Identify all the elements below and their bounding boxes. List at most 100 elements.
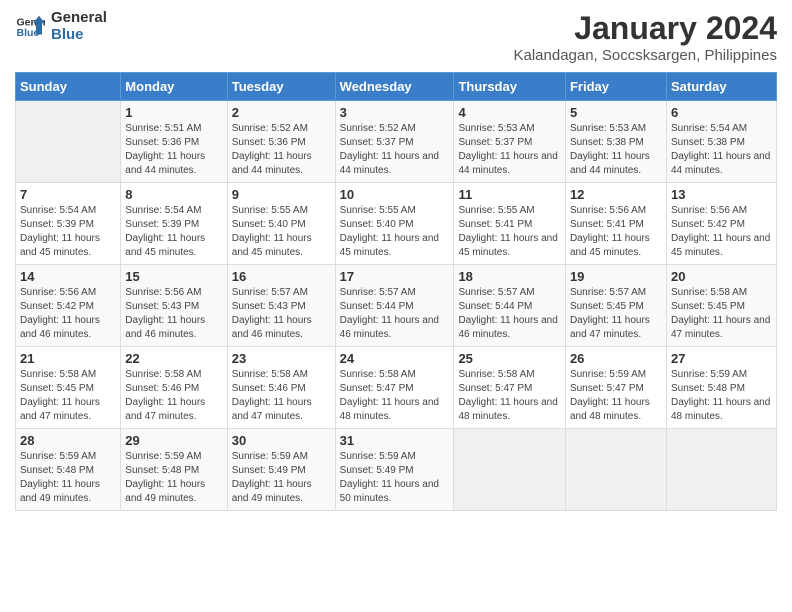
day-info: Sunrise: 5:54 AMSunset: 5:39 PMDaylight:… [20, 204, 116, 260]
day-number: 18 [458, 269, 561, 284]
day-number: 13 [671, 187, 772, 202]
calendar-cell: 30 Sunrise: 5:59 AMSunset: 5:49 PMDayligh… [227, 429, 335, 511]
col-saturday: Saturday [666, 73, 776, 101]
day-info: Sunrise: 5:54 AMSunset: 5:38 PMDaylight:… [671, 122, 772, 178]
col-friday: Friday [565, 73, 666, 101]
day-number: 31 [340, 433, 450, 448]
logo-icon: General Blue [15, 12, 45, 42]
calendar-cell: 16Sunrise: 5:57 AMSunset: 5:43 PMDayligh… [227, 265, 335, 347]
day-info: Sunrise: 5:51 AMSunset: 5:36 PMDaylight:… [125, 122, 222, 178]
day-info: Sunrise: 5:56 AMSunset: 5:41 PMDaylight:… [570, 204, 662, 260]
day-number: 7 [20, 187, 116, 202]
day-number: 3 [340, 105, 450, 120]
day-info: Sunrise: 5:58 AMSunset: 5:46 PMDaylight:… [125, 368, 222, 424]
day-number: 5 [570, 105, 662, 120]
calendar-cell [666, 429, 776, 511]
day-number: 26 [570, 351, 662, 366]
title-section: January 2024 Kalandagan, Soccsksargen, P… [513, 10, 777, 64]
col-monday: Monday [121, 73, 227, 101]
calendar-cell: 8Sunrise: 5:54 AMSunset: 5:39 PMDaylight… [121, 183, 227, 265]
calendar-cell: 20 Sunrise: 5:58 AMSunset: 5:45 PMDayligh… [666, 265, 776, 347]
day-info: Sunrise: 5:59 AMSunset: 5:49 PMDaylight:… [232, 450, 331, 506]
calendar-cell: 21Sunrise: 5:58 AMSunset: 5:45 PMDayligh… [16, 347, 121, 429]
day-number: 19 [570, 269, 662, 284]
col-sunday: Sunday [16, 73, 121, 101]
calendar-cell: 13 Sunrise: 5:56 AMSunset: 5:42 PMDayligh… [666, 183, 776, 265]
calendar-cell: 22 Sunrise: 5:58 AMSunset: 5:46 PMDayligh… [121, 347, 227, 429]
calendar-cell: 15 Sunrise: 5:56 AMSunset: 5:43 PMDayligh… [121, 265, 227, 347]
day-number: 11 [458, 187, 561, 202]
day-number: 22 [125, 351, 222, 366]
calendar-cell: 24 Sunrise: 5:58 AMSunset: 5:47 PMDayligh… [335, 347, 454, 429]
day-info: Sunrise: 5:56 AMSunset: 5:43 PMDaylight:… [125, 286, 222, 342]
logo-line1: General [51, 10, 107, 27]
logo-line2: Blue [51, 27, 107, 44]
calendar-cell: 6 Sunrise: 5:54 AMSunset: 5:38 PMDaylight… [666, 101, 776, 183]
calendar-table: Sunday Monday Tuesday Wednesday Thursday… [15, 72, 777, 511]
calendar-cell: 9 Sunrise: 5:55 AMSunset: 5:40 PMDaylight… [227, 183, 335, 265]
calendar-cell: 18Sunrise: 5:57 AMSunset: 5:44 PMDayligh… [454, 265, 566, 347]
day-number: 20 [671, 269, 772, 284]
logo: General Blue General Blue [15, 10, 107, 43]
day-info: Sunrise: 5:53 AMSunset: 5:38 PMDaylight:… [570, 122, 662, 178]
calendar-week-3: 21Sunrise: 5:58 AMSunset: 5:45 PMDayligh… [16, 347, 777, 429]
calendar-cell: 12 Sunrise: 5:56 AMSunset: 5:41 PMDayligh… [565, 183, 666, 265]
header-row: Sunday Monday Tuesday Wednesday Thursday… [16, 73, 777, 101]
calendar-cell [454, 429, 566, 511]
calendar-cell: 29Sunrise: 5:59 AMSunset: 5:48 PMDayligh… [121, 429, 227, 511]
day-number: 24 [340, 351, 450, 366]
day-number: 27 [671, 351, 772, 366]
day-info: Sunrise: 5:58 AMSunset: 5:45 PMDaylight:… [671, 286, 772, 342]
calendar-cell: 2 Sunrise: 5:52 AMSunset: 5:36 PMDaylight… [227, 101, 335, 183]
calendar-cell: 1Sunrise: 5:51 AMSunset: 5:36 PMDaylight… [121, 101, 227, 183]
day-number: 23 [232, 351, 331, 366]
calendar-cell: 26 Sunrise: 5:59 AMSunset: 5:47 PMDayligh… [565, 347, 666, 429]
day-number: 15 [125, 269, 222, 284]
day-number: 25 [458, 351, 561, 366]
day-number: 6 [671, 105, 772, 120]
day-info: Sunrise: 5:52 AMSunset: 5:37 PMDaylight:… [340, 122, 450, 178]
calendar-cell: 25 Sunrise: 5:58 AMSunset: 5:47 PMDayligh… [454, 347, 566, 429]
day-number: 9 [232, 187, 331, 202]
calendar-week-4: 28Sunrise: 5:59 AMSunset: 5:48 PMDayligh… [16, 429, 777, 511]
calendar-cell: 27Sunrise: 5:59 AMSunset: 5:48 PMDayligh… [666, 347, 776, 429]
day-info: Sunrise: 5:58 AMSunset: 5:46 PMDaylight:… [232, 368, 331, 424]
calendar-cell: 4 Sunrise: 5:53 AMSunset: 5:37 PMDaylight… [454, 101, 566, 183]
day-info: Sunrise: 5:59 AMSunset: 5:48 PMDaylight:… [125, 450, 222, 506]
calendar-cell: 10Sunrise: 5:55 AMSunset: 5:40 PMDayligh… [335, 183, 454, 265]
col-thursday: Thursday [454, 73, 566, 101]
day-number: 10 [340, 187, 450, 202]
day-number: 30 [232, 433, 331, 448]
calendar-cell: 19 Sunrise: 5:57 AMSunset: 5:45 PMDayligh… [565, 265, 666, 347]
day-info: Sunrise: 5:54 AMSunset: 5:39 PMDaylight:… [125, 204, 222, 260]
day-number: 12 [570, 187, 662, 202]
day-info: Sunrise: 5:56 AMSunset: 5:42 PMDaylight:… [20, 286, 116, 342]
calendar-body: 1Sunrise: 5:51 AMSunset: 5:36 PMDaylight… [16, 101, 777, 511]
day-number: 16 [232, 269, 331, 284]
main-title: January 2024 [513, 10, 777, 47]
calendar-week-1: 7 Sunrise: 5:54 AMSunset: 5:39 PMDaylight… [16, 183, 777, 265]
day-info: Sunrise: 5:56 AMSunset: 5:42 PMDaylight:… [671, 204, 772, 260]
calendar-cell: 17 Sunrise: 5:57 AMSunset: 5:44 PMDayligh… [335, 265, 454, 347]
calendar-cell: 3 Sunrise: 5:52 AMSunset: 5:37 PMDaylight… [335, 101, 454, 183]
day-number: 17 [340, 269, 450, 284]
header: General Blue General Blue January 2024 K… [15, 10, 777, 64]
day-info: Sunrise: 5:59 AMSunset: 5:48 PMDaylight:… [20, 450, 116, 506]
day-info: Sunrise: 5:58 AMSunset: 5:47 PMDaylight:… [340, 368, 450, 424]
calendar-cell: 31Sunrise: 5:59 AMSunset: 5:49 PMDayligh… [335, 429, 454, 511]
subtitle: Kalandagan, Soccsksargen, Philippines [513, 47, 777, 64]
day-info: Sunrise: 5:58 AMSunset: 5:47 PMDaylight:… [458, 368, 561, 424]
calendar-week-2: 14Sunrise: 5:56 AMSunset: 5:42 PMDayligh… [16, 265, 777, 347]
day-info: Sunrise: 5:52 AMSunset: 5:36 PMDaylight:… [232, 122, 331, 178]
day-number: 4 [458, 105, 561, 120]
day-info: Sunrise: 5:53 AMSunset: 5:37 PMDaylight:… [458, 122, 561, 178]
calendar-cell [565, 429, 666, 511]
day-number: 2 [232, 105, 331, 120]
day-info: Sunrise: 5:59 AMSunset: 5:47 PMDaylight:… [570, 368, 662, 424]
calendar-cell [16, 101, 121, 183]
day-info: Sunrise: 5:57 AMSunset: 5:45 PMDaylight:… [570, 286, 662, 342]
col-tuesday: Tuesday [227, 73, 335, 101]
day-info: Sunrise: 5:55 AMSunset: 5:40 PMDaylight:… [232, 204, 331, 260]
day-info: Sunrise: 5:57 AMSunset: 5:44 PMDaylight:… [340, 286, 450, 342]
svg-text:Blue: Blue [17, 27, 40, 39]
